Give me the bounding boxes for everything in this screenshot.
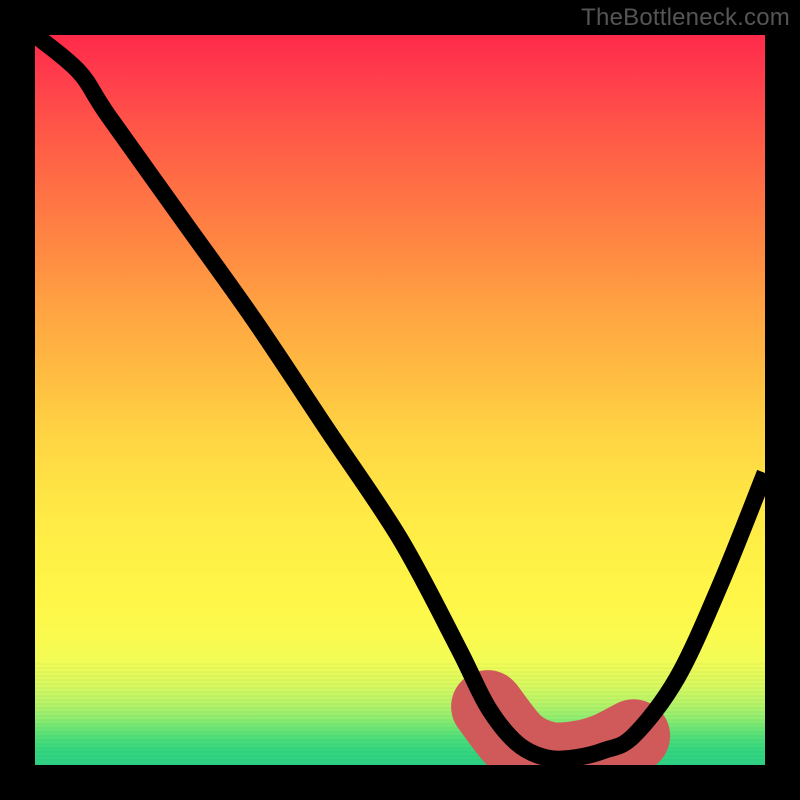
watermark-text: TheBottleneck.com <box>581 4 790 32</box>
bottleneck-curve <box>35 35 765 759</box>
chart-plot-area <box>35 35 765 765</box>
chart-svg <box>35 35 765 765</box>
